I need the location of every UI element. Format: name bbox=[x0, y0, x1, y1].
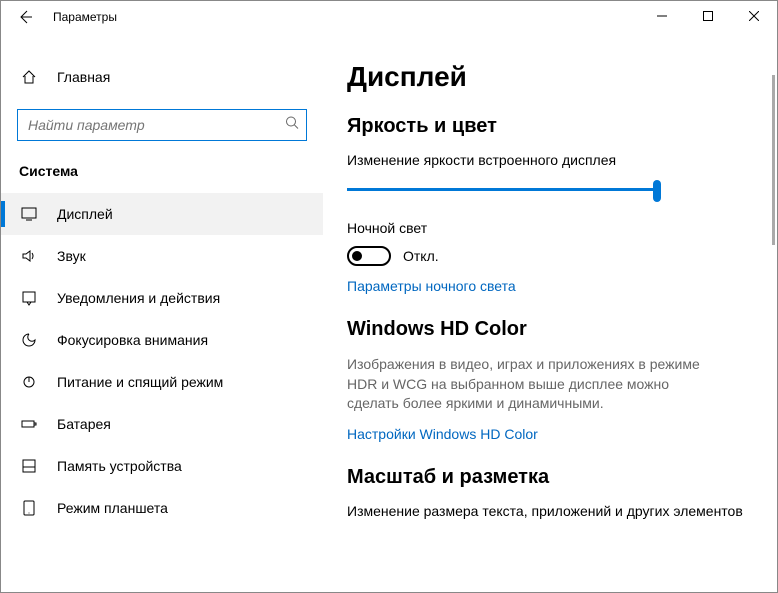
nav-label: Память устройства bbox=[57, 458, 182, 474]
nav-label: Питание и спящий режим bbox=[57, 374, 223, 390]
nav-item-focus[interactable]: Фокусировка внимания bbox=[1, 319, 323, 361]
search-input[interactable] bbox=[17, 109, 307, 141]
scale-label: Изменение размера текста, приложений и д… bbox=[347, 503, 753, 519]
hdcolor-link[interactable]: Настройки Windows HD Color bbox=[347, 426, 753, 442]
battery-icon bbox=[19, 416, 39, 432]
tablet-icon bbox=[19, 500, 39, 516]
title-bar: Параметры bbox=[1, 1, 777, 33]
maximize-button[interactable] bbox=[685, 1, 731, 31]
nav-item-display[interactable]: Дисплей bbox=[1, 193, 323, 235]
scrollbar[interactable] bbox=[772, 75, 775, 245]
storage-icon bbox=[19, 458, 39, 474]
search-icon bbox=[285, 116, 299, 135]
close-button[interactable] bbox=[731, 1, 777, 31]
brightness-label: Изменение яркости встроенного дисплея bbox=[347, 152, 753, 168]
home-label: Главная bbox=[57, 69, 110, 85]
nav-item-tablet[interactable]: Режим планшета bbox=[1, 487, 323, 529]
nav-item-battery[interactable]: Батарея bbox=[1, 403, 323, 445]
content-area: Дисплей Яркость и цвет Изменение яркости… bbox=[323, 33, 777, 592]
nav-label: Звук bbox=[57, 248, 86, 264]
nightlight-state: Откл. bbox=[403, 248, 439, 264]
nav-item-sound[interactable]: Звук bbox=[1, 235, 323, 277]
nav-label: Режим планшета bbox=[57, 500, 168, 516]
sound-icon bbox=[19, 248, 39, 264]
home-button[interactable]: Главная bbox=[1, 57, 323, 97]
nav-item-notifications[interactable]: Уведомления и действия bbox=[1, 277, 323, 319]
brightness-heading: Яркость и цвет bbox=[347, 115, 753, 138]
nav-label: Фокусировка внимания bbox=[57, 332, 208, 348]
nightlight-link[interactable]: Параметры ночного света bbox=[347, 278, 753, 294]
sidebar: Главная Система Дисплей Звук Уведомления и… bbox=[1, 33, 323, 592]
nightlight-toggle[interactable] bbox=[347, 246, 391, 266]
power-icon bbox=[19, 374, 39, 390]
hdcolor-desc: Изображения в видео, играх и приложениях… bbox=[347, 355, 717, 414]
nav-item-power[interactable]: Питание и спящий режим bbox=[1, 361, 323, 403]
brightness-slider[interactable] bbox=[347, 178, 657, 202]
search-wrap bbox=[17, 109, 307, 141]
nightlight-label: Ночной свет bbox=[347, 220, 753, 236]
nav-label: Батарея bbox=[57, 416, 111, 432]
page-title: Дисплей bbox=[347, 61, 753, 93]
nav-label: Дисплей bbox=[57, 206, 113, 222]
display-icon bbox=[19, 206, 39, 222]
scale-heading: Масштаб и разметка bbox=[347, 466, 753, 489]
focus-icon bbox=[19, 332, 39, 348]
nav-label: Уведомления и действия bbox=[57, 290, 220, 306]
category-heading: Система bbox=[1, 141, 323, 193]
notifications-icon bbox=[19, 290, 39, 306]
home-icon bbox=[19, 69, 39, 85]
app-title: Параметры bbox=[53, 10, 117, 24]
back-button[interactable] bbox=[9, 1, 41, 33]
nav-item-storage[interactable]: Память устройства bbox=[1, 445, 323, 487]
hdcolor-heading: Windows HD Color bbox=[347, 318, 753, 341]
minimize-button[interactable] bbox=[639, 1, 685, 31]
